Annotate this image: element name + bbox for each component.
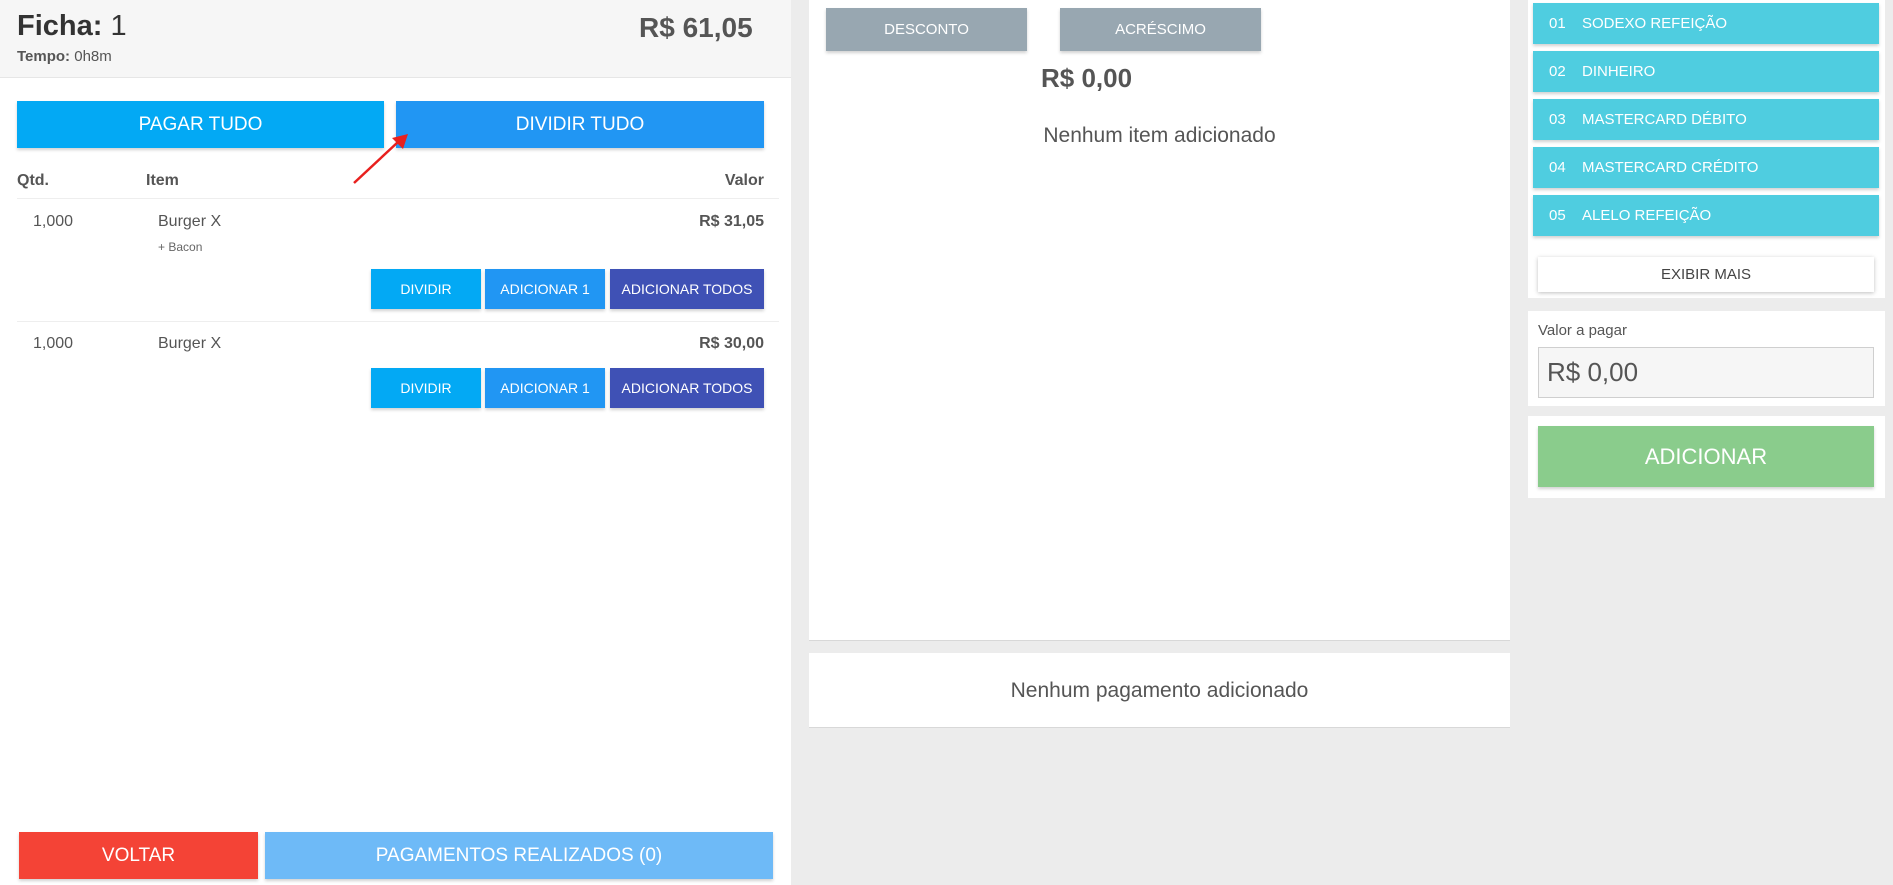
add-payment-button[interactable]: ADICIONAR [1538,426,1874,487]
payment-method-label: ALELO REFEIÇÃO [1582,207,1712,224]
ticket-time-value: 0h8m [74,48,112,65]
table-row: 1,000 Burger X R$ 30,00 DIVIDIR ADICIONA… [0,322,791,422]
row-item-name: Burger X [158,213,222,230]
row-item-name: Burger X [158,335,222,352]
ticket-title: Ficha: 1 [17,10,127,43]
row-value: R$ 30,00 [699,335,764,352]
payment-method-sodexo[interactable]: 01 SODEXO REFEIÇÃO [1533,3,1879,44]
selected-items-panel [809,0,1510,641]
payment-method-cash[interactable]: 02 DINHEIRO [1533,51,1879,92]
payment-method-code: 04 [1549,159,1566,176]
payment-method-mastercard-debit[interactable]: 03 MASTERCARD DÉBITO [1533,99,1879,140]
table-row: 1,000 Burger X + Bacon R$ 31,05 DIVIDIR … [0,199,791,321]
amount-to-pay-input[interactable] [1538,347,1874,398]
ticket-number: 1 [110,10,127,42]
pay-all-button[interactable]: PAGAR TUDO [17,101,384,148]
divide-item-button[interactable]: DIVIDIR [371,269,481,309]
add-one-button[interactable]: ADICIONAR 1 [485,368,605,408]
add-all-button[interactable]: ADICIONAR TODOS [610,368,764,408]
selected-amount: R$ 0,00 [1041,63,1133,93]
payment-method-code: 01 [1549,15,1566,32]
payment-method-label: MASTERCARD CRÉDITO [1582,159,1759,176]
payment-method-label: DINHEIRO [1582,63,1656,80]
row-value: R$ 31,05 [699,213,764,230]
ticket-total: R$ 61,05 [639,12,753,43]
payment-method-label: MASTERCARD DÉBITO [1582,111,1747,128]
payment-method-code: 03 [1549,111,1566,128]
row-qty: 1,000 [33,335,74,352]
ticket-time: Tempo: 0h8m [17,48,112,65]
ticket-label: Ficha: [17,10,103,42]
discount-button[interactable]: DESCONTO [826,8,1027,51]
payments-done-button[interactable]: PAGAMENTOS REALIZADOS (0) [265,832,773,879]
payment-method-alelo[interactable]: 05 ALELO REFEIÇÃO [1533,195,1879,236]
amount-to-pay-label: Valor a pagar [1538,322,1627,339]
split-all-button[interactable]: DIVIDIR TUDO [396,101,764,148]
empty-items-message: Nenhum item adicionado [1043,124,1276,147]
column-header-item: Item [146,172,179,189]
row-qty: 1,000 [33,213,74,230]
divide-item-button[interactable]: DIVIDIR [371,368,481,408]
surcharge-button[interactable]: ACRÉSCIMO [1060,8,1261,51]
add-all-button[interactable]: ADICIONAR TODOS [610,269,764,309]
ticket-time-label: Tempo: [17,48,71,65]
payment-method-label: SODEXO REFEIÇÃO [1582,15,1728,32]
payment-method-code: 02 [1549,63,1566,80]
column-header-qty: Qtd. [17,172,49,189]
row-item-addon: + Bacon [158,240,203,254]
empty-payments-message: Nenhum pagamento adicionado [1010,679,1309,702]
payment-method-mastercard-credit[interactable]: 04 MASTERCARD CRÉDITO [1533,147,1879,188]
column-header-value: Valor [724,172,764,189]
back-button[interactable]: VOLTAR [19,832,258,879]
show-more-button[interactable]: EXIBIR MAIS [1538,257,1874,292]
payment-method-code: 05 [1549,207,1566,224]
annotation-arrow-icon [353,134,408,184]
add-one-button[interactable]: ADICIONAR 1 [485,269,605,309]
